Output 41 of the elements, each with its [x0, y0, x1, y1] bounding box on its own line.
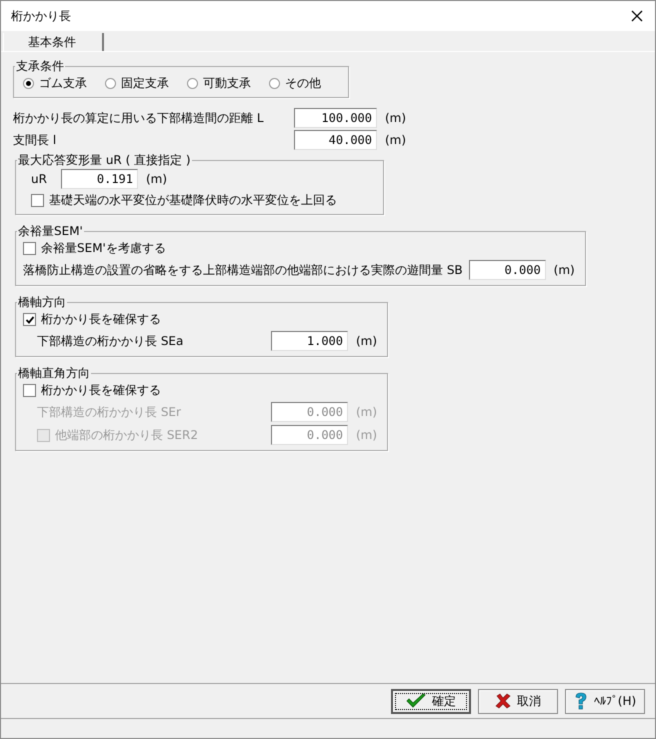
radio-button[interactable]: その他 [269, 75, 321, 92]
unit-label: (m) [554, 263, 575, 277]
field-label: 落橋防止構造の設置の省略をする上部構造端部の他端部における実際の遊間量 SB [23, 262, 463, 278]
number-field[interactable]: 100.000 [294, 108, 377, 128]
number-field[interactable]: 0.000 [468, 260, 546, 280]
unit-label: (m) [356, 405, 378, 419]
number-field[interactable]: 40.000 [294, 130, 377, 150]
field-label: 下部構造の桁かかり長 SEa [37, 332, 184, 350]
cancel-button[interactable]: 取消 [478, 688, 558, 714]
unit-label: (m) [356, 334, 378, 348]
field-label: uR [31, 172, 48, 186]
field-label: 桁かかり長の算定に用いる下部構造間の距離 L [13, 110, 264, 126]
checkmark-icon [406, 693, 426, 709]
check-icon [24, 314, 34, 324]
close-icon[interactable] [631, 10, 643, 22]
checkbox[interactable]: 桁かかり長を確保する [23, 382, 378, 399]
unit-label: (m) [146, 172, 168, 186]
checkbox[interactable]: 余裕量SEM'を考慮する [23, 240, 575, 257]
radio-button[interactable]: 固定支承 [105, 75, 169, 92]
group-title: 支承条件 [15, 58, 65, 75]
radio-button[interactable]: 可動支承 [187, 75, 251, 92]
group-title: 余裕量SEM' [17, 223, 84, 240]
number-field[interactable]: 0.191 [61, 169, 138, 189]
checkbox[interactable]: 基礎天端の水平変位が基礎降伏時の水平変位を上回る [31, 192, 373, 209]
tab[interactable]: 基本条件 [3, 33, 104, 51]
unit-label: (m) [385, 133, 406, 147]
unit-label: (m) [385, 111, 406, 125]
group-title: 橋軸直角方向 [17, 365, 91, 382]
number-field[interactable]: 1.000 [271, 331, 348, 351]
unit-label: (m) [356, 428, 378, 442]
field-label: 支間長 l [13, 132, 58, 148]
checkbox[interactable]: 桁かかり長を確保する [23, 311, 378, 328]
ok-button[interactable]: 確定 [391, 688, 471, 714]
window-title: 桁かかり長 [11, 8, 71, 24]
field-label: 下部構造の桁かかり長 SEr [37, 404, 182, 420]
help-button[interactable]: ﾍﾙﾌﾟ(H) [565, 688, 645, 714]
group-title: 橋軸方向 [17, 294, 67, 311]
radio-button[interactable]: ゴム支承 [23, 75, 87, 92]
group-title: 最大応答変形量 uR ( 直接指定 ) [17, 152, 192, 169]
cross-icon [495, 693, 511, 709]
question-icon [574, 692, 588, 710]
